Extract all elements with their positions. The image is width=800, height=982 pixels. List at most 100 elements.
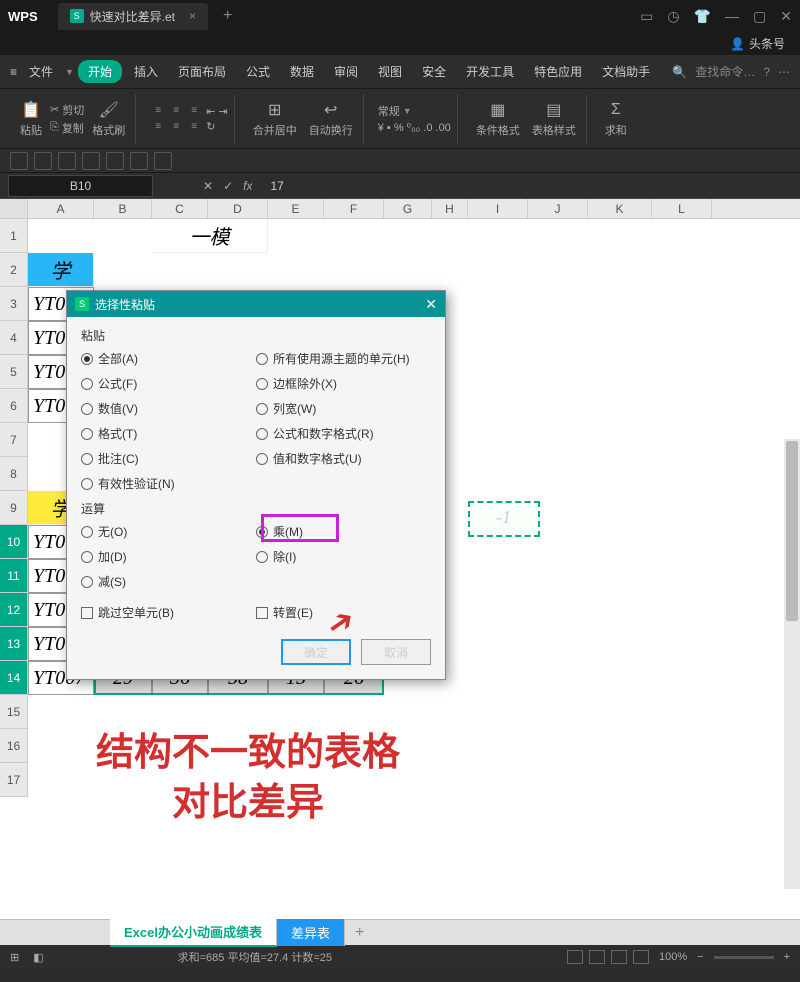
cut-button[interactable]: ✂剪切: [50, 102, 84, 118]
row-header[interactable]: 5: [0, 355, 28, 389]
vertical-scrollbar[interactable]: [784, 439, 800, 889]
radio-value[interactable]: 数值(V): [81, 400, 256, 417]
col-header[interactable]: G: [384, 199, 432, 218]
sb-icon[interactable]: ⊞: [10, 951, 19, 964]
merge-button[interactable]: ⊞ 合并居中: [249, 98, 301, 140]
alignment-grid[interactable]: ≡≡≡ ≡≡≡: [150, 104, 202, 134]
radio-formula[interactable]: 公式(F): [81, 375, 256, 392]
indent-button[interactable]: ⇤ ⇥: [206, 105, 228, 118]
menu-special[interactable]: 特色应用: [526, 59, 590, 84]
radio-formulafmt[interactable]: 公式和数字格式(R): [256, 425, 431, 442]
more-icon[interactable]: ⋯: [778, 65, 790, 79]
row-header[interactable]: 17: [0, 763, 28, 797]
window-icon[interactable]: ▭: [640, 8, 653, 25]
zoom-level[interactable]: 100%: [659, 951, 687, 963]
search-icon[interactable]: 🔍: [672, 65, 687, 79]
qa-icon[interactable]: [106, 152, 124, 170]
menu-formula[interactable]: 公式: [238, 59, 278, 84]
minimize-icon[interactable]: —: [725, 8, 739, 24]
cond-format-button[interactable]: ▦ 条件格式: [472, 98, 524, 140]
row-header[interactable]: 2: [0, 253, 28, 287]
row-header[interactable]: 16: [0, 729, 28, 763]
qa-icon[interactable]: [58, 152, 76, 170]
view-reading-icon[interactable]: [633, 950, 649, 964]
col-header[interactable]: L: [652, 199, 712, 218]
fx-icon[interactable]: fx: [243, 179, 252, 193]
radio-comment[interactable]: 批注(C): [81, 450, 256, 467]
col-header[interactable]: E: [268, 199, 324, 218]
fx-cancel-icon[interactable]: ✕: [203, 179, 213, 193]
menu-home[interactable]: 开始: [78, 60, 122, 83]
search-label[interactable]: 查找命令…: [695, 63, 755, 80]
select-all-corner[interactable]: [0, 199, 28, 218]
maximize-icon[interactable]: ▢: [753, 8, 766, 25]
sheet-tab-2[interactable]: 差异表: [277, 919, 345, 946]
new-tab-button[interactable]: +: [223, 7, 232, 25]
view-pagebreak-icon[interactable]: [611, 950, 627, 964]
name-box[interactable]: B10: [8, 175, 153, 197]
row-header[interactable]: 7: [0, 423, 28, 457]
zoom-out-icon[interactable]: −: [697, 951, 703, 963]
close-icon[interactable]: ✕: [780, 8, 792, 25]
fx-confirm-icon[interactable]: ✓: [223, 179, 233, 193]
menu-review[interactable]: 审阅: [326, 59, 366, 84]
radio-none[interactable]: 无(O): [81, 523, 256, 540]
menu-file[interactable]: 文件: [21, 59, 61, 84]
cancel-button[interactable]: 取消: [361, 639, 431, 665]
sheet-tab-1[interactable]: Excel办公小动画成绩表: [110, 918, 277, 947]
qa-icon[interactable]: [130, 152, 148, 170]
col-header[interactable]: I: [468, 199, 528, 218]
radio-colwidth[interactable]: 列宽(W): [256, 400, 431, 417]
zoom-in-icon[interactable]: +: [784, 951, 790, 963]
hamburger-icon[interactable]: ≡: [10, 65, 17, 79]
qa-icon[interactable]: [34, 152, 52, 170]
menu-dev[interactable]: 开发工具: [458, 59, 522, 84]
menu-data[interactable]: 数据: [282, 59, 322, 84]
title-cell[interactable]: 一模: [152, 219, 268, 253]
row-header[interactable]: 4: [0, 321, 28, 355]
sum-button[interactable]: Σ 求和: [601, 98, 631, 140]
skin-icon[interactable]: 👕: [694, 8, 711, 25]
radio-add[interactable]: 加(D): [81, 548, 256, 565]
add-sheet-button[interactable]: +: [345, 924, 374, 942]
radio-theme[interactable]: 所有使用源主题的单元(H): [256, 350, 431, 367]
row-header[interactable]: 15: [0, 695, 28, 729]
radio-all[interactable]: 全部(A): [81, 350, 256, 367]
document-tab[interactable]: S 快速对比差异.et ×: [58, 3, 208, 30]
radio-noborder[interactable]: 边框除外(X): [256, 375, 431, 392]
zoom-slider[interactable]: [714, 956, 774, 959]
tab-close-icon[interactable]: ×: [189, 9, 196, 23]
menu-layout[interactable]: 页面布局: [170, 59, 234, 84]
menu-security[interactable]: 安全: [414, 59, 454, 84]
qa-icon[interactable]: [82, 152, 100, 170]
header-cell[interactable]: 学: [28, 253, 94, 287]
col-header[interactable]: C: [152, 199, 208, 218]
wrap-button[interactable]: ↩ 自动换行: [305, 98, 357, 140]
paste-button[interactable]: 📋 粘贴: [16, 98, 46, 140]
row-header[interactable]: 11: [0, 559, 28, 593]
row-header[interactable]: 13: [0, 627, 28, 661]
help-icon[interactable]: ?: [763, 65, 770, 79]
col-header[interactable]: A: [28, 199, 94, 218]
number-format-select[interactable]: 常规: [378, 103, 400, 119]
menu-helper[interactable]: 文档助手: [594, 59, 658, 84]
col-header[interactable]: F: [324, 199, 384, 218]
format-painter-button[interactable]: 🖌 格式刷: [88, 98, 129, 140]
row-header[interactable]: 9: [0, 491, 28, 525]
col-header[interactable]: B: [94, 199, 152, 218]
orient-button[interactable]: ↻: [206, 120, 228, 133]
row-header[interactable]: 8: [0, 457, 28, 491]
checkbox-skip-blanks[interactable]: 跳过空单元(B): [81, 604, 256, 621]
col-header[interactable]: H: [432, 199, 468, 218]
copy-button[interactable]: ⎘复制: [50, 120, 84, 136]
view-normal-icon[interactable]: [567, 950, 583, 964]
row-header[interactable]: 10: [0, 525, 28, 559]
sb-icon[interactable]: ◧: [33, 951, 43, 964]
table-style-button[interactable]: ▤ 表格样式: [528, 98, 580, 140]
col-header[interactable]: D: [208, 199, 268, 218]
row-header[interactable]: 3: [0, 287, 28, 321]
col-header[interactable]: J: [528, 199, 588, 218]
dialog-close-icon[interactable]: ✕: [425, 296, 437, 313]
row-header[interactable]: 1: [0, 219, 28, 253]
qa-icon[interactable]: [10, 152, 28, 170]
